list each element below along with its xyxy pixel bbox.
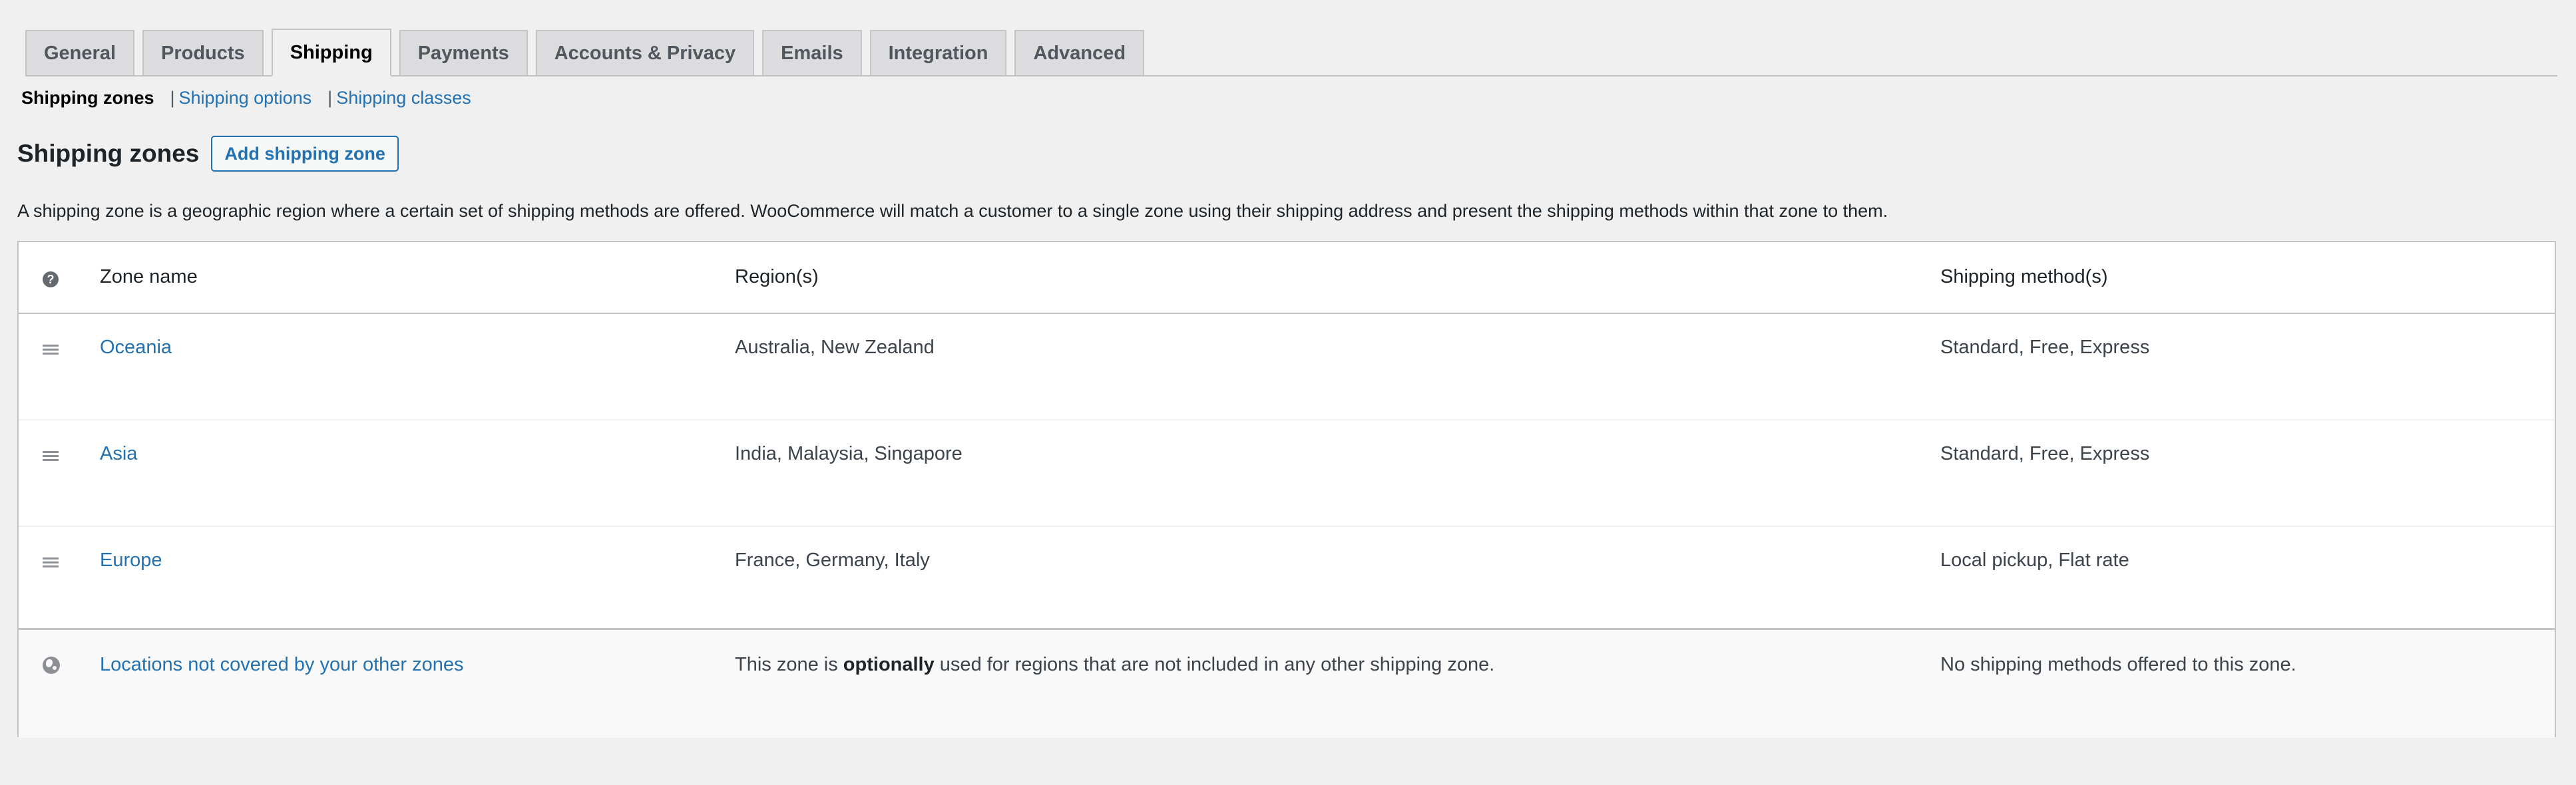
rest-desc-after: used for regions that are not included i… xyxy=(934,654,1495,675)
subnav-shipping-options[interactable]: Shipping options xyxy=(179,88,312,108)
settings-tabs: General Products Shipping Payments Accou… xyxy=(25,27,2557,77)
page-heading: Shipping zones Add shipping zone xyxy=(17,136,399,172)
drag-handle-icon[interactable] xyxy=(43,451,59,461)
header-zone-name: Zone name xyxy=(100,266,198,287)
rest-of-world-row: Locations not covered by your other zone… xyxy=(19,628,2555,738)
header-regions: Region(s) xyxy=(735,266,819,287)
tab-accounts-privacy[interactable]: Accounts & Privacy xyxy=(535,30,755,75)
tab-emails[interactable]: Emails xyxy=(762,30,862,75)
tab-shipping[interactable]: Shipping xyxy=(271,29,391,77)
zone-name-link[interactable]: Europe xyxy=(100,550,162,571)
globe-icon xyxy=(43,657,60,674)
rest-of-world-methods: No shipping methods offered to this zone… xyxy=(1940,654,2296,675)
tab-products[interactable]: Products xyxy=(142,30,264,75)
zone-regions: Australia, New Zealand xyxy=(735,337,935,358)
subnav-separator: | xyxy=(327,88,333,108)
rest-of-world-link[interactable]: Locations not covered by your other zone… xyxy=(100,654,464,676)
zone-methods: Local pickup, Flat rate xyxy=(1940,550,2129,571)
zone-name-link[interactable]: Asia xyxy=(100,443,137,465)
rest-desc-before: This zone is xyxy=(735,654,843,675)
rest-of-world-description: This zone is optionally used for regions… xyxy=(735,654,1494,676)
help-icon[interactable]: ? xyxy=(43,271,59,287)
table-row: Oceania Australia, New Zealand Standard,… xyxy=(19,313,2555,420)
drag-handle-icon[interactable] xyxy=(43,345,59,355)
zone-methods: Standard, Free, Express xyxy=(1940,337,2150,358)
table-row: Europe France, Germany, Italy Local pick… xyxy=(19,526,2555,632)
zone-regions: France, Germany, Italy xyxy=(735,550,930,571)
zone-methods: Standard, Free, Express xyxy=(1940,443,2150,464)
drag-handle-icon[interactable] xyxy=(43,557,59,567)
subnav-shipping-zones: Shipping zones xyxy=(21,88,154,108)
subnav-separator: | xyxy=(170,88,175,108)
table-row: Asia India, Malaysia, Singapore Standard… xyxy=(19,419,2555,527)
shipping-zones-table: ? Zone name Region(s) Shipping method(s)… xyxy=(17,241,2556,738)
tab-integration[interactable]: Integration xyxy=(869,30,1007,75)
rest-desc-bold: optionally xyxy=(843,654,935,675)
zone-regions: India, Malaysia, Singapore xyxy=(735,443,963,464)
add-shipping-zone-button[interactable]: Add shipping zone xyxy=(211,136,399,172)
page-title: Shipping zones xyxy=(17,140,200,167)
header-shipping-methods: Shipping method(s) xyxy=(1940,266,2108,287)
table-header-row: ? Zone name Region(s) Shipping method(s) xyxy=(19,242,2555,314)
tab-advanced[interactable]: Advanced xyxy=(1014,30,1145,75)
page-description: A shipping zone is a geographic region w… xyxy=(17,201,1888,221)
subnav-shipping-classes[interactable]: Shipping classes xyxy=(336,88,471,108)
zone-name-link[interactable]: Oceania xyxy=(100,337,172,359)
tab-payments[interactable]: Payments xyxy=(399,30,528,75)
tab-general[interactable]: General xyxy=(25,30,134,75)
page: General Products Shipping Payments Accou… xyxy=(0,0,2576,785)
shipping-subnav: Shipping zones | Shipping options | Ship… xyxy=(21,88,471,108)
